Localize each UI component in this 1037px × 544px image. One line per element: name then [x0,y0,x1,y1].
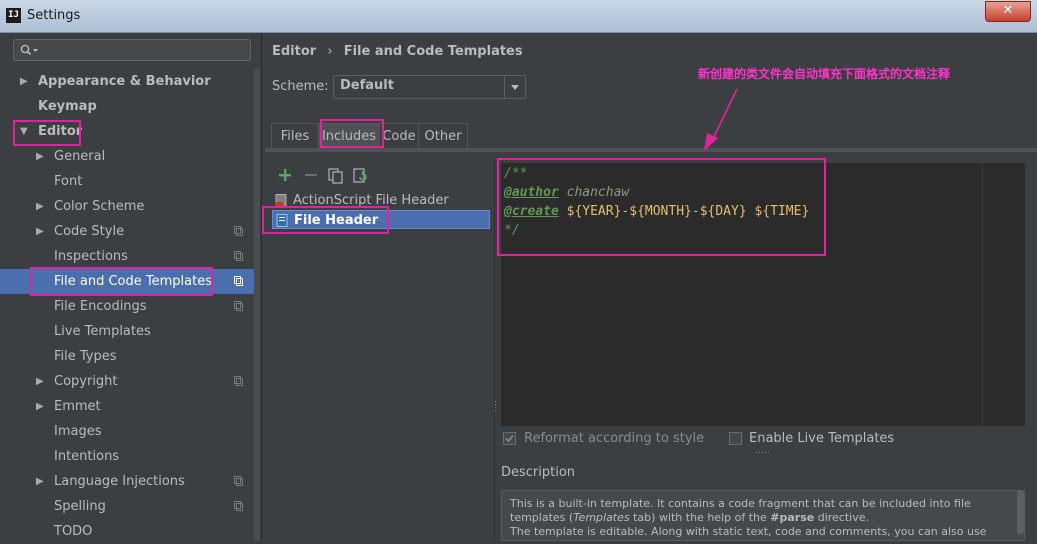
sidebar-item-label: Font [54,174,83,189]
reset-icon[interactable] [352,168,368,184]
sidebar-item-emmet[interactable]: ▶ Emmet [0,394,254,419]
sidebar-item-label: Spelling [54,499,106,514]
project-scope-icon [234,276,243,286]
sidebar-item-label: File Types [54,349,117,364]
reformat-label: Reformat according to style [524,431,705,446]
sidebar-item-todo[interactable]: TODO [0,519,254,544]
project-scope-icon [234,501,243,511]
annotation-arrow [704,88,738,151]
sidebar-item-images[interactable]: Images [0,419,254,444]
sidebar-item-label: Color Scheme [54,199,145,214]
tab-code[interactable]: Code [379,123,419,148]
sidebar-item-label: Live Templates [54,324,151,339]
splitter-handle[interactable] [494,400,497,414]
highlight-file-and-code-templates [30,267,213,296]
sidebar-item-label: General [54,149,106,164]
description-scrollbar[interactable] [1017,490,1024,534]
expand-arrow-icon[interactable]: ▶ [36,144,44,169]
sidebar-item-keymap[interactable]: Keymap [0,94,254,119]
sidebar-item-intentions[interactable]: Intentions [0,444,254,469]
sidebar-item-label: TODO [54,524,93,539]
project-scope-icon [234,226,243,236]
sidebar-item-appearance-behavior[interactable]: ▶ Appearance & Behavior [0,69,254,94]
description-title: Description [501,465,576,480]
remove-icon[interactable] [304,168,318,182]
copy-icon[interactable] [328,168,344,184]
search-icon [20,44,38,56]
sidebar-item-copyright[interactable]: ▶ Copyright [0,369,254,394]
expand-arrow-icon[interactable]: ▶ [36,469,44,494]
chevron-down-icon[interactable] [504,76,525,98]
tab-other[interactable]: Other [418,123,468,148]
settings-search-input[interactable] [13,39,251,61]
sidebar-item-label: Keymap [38,99,97,114]
scheme-select[interactable]: Default [333,75,526,99]
intellij-app-icon: IJ [6,8,21,23]
add-icon[interactable] [278,168,292,182]
description-line-3: The template is editable. Along with sta… [510,525,987,538]
project-scope-icon [234,251,243,261]
annotation-text: 新创建的类文件会自动填充下面格式的文档注释 [698,67,951,81]
scheme-value: Default [340,78,394,93]
tab-underline [265,148,1037,152]
highlight-editor [13,120,81,146]
breadcrumb-current: File and Code Templates [343,44,523,59]
enable-live-templates-label: Enable Live Templates [749,431,895,446]
sidebar-item-label: Images [54,424,102,439]
breadcrumb-separator: › [327,44,333,59]
expand-arrow-icon[interactable]: ▶ [36,369,44,394]
sidebar-item-label: File Encodings [54,299,147,314]
sidebar-item-general[interactable]: ▶ General [0,144,254,169]
sidebar-item-spelling[interactable]: Spelling [0,494,254,519]
sidebar-item-language-injections[interactable]: ▶ Language Injections [0,469,254,494]
description-box: This is a built-in template. It contains… [501,490,1025,541]
project-scope-icon [234,301,243,311]
resize-handle[interactable] [755,451,771,455]
sidebar-item-code-style[interactable]: ▶ Code Style [0,219,254,244]
sidebar-scrollbar[interactable] [254,69,260,541]
checkmark-icon [505,434,514,443]
sidebar-item-label: Code Style [54,224,125,239]
close-button[interactable]: ✕ [985,1,1031,22]
tab-files[interactable]: Files [271,123,319,148]
sidebar-item-font[interactable]: Font [0,169,254,194]
expand-arrow-icon[interactable]: ▶ [36,194,44,219]
breadcrumb-editor: Editor [272,44,317,59]
sidebar-item-label: Copyright [54,374,118,389]
sidebar-item-label: Appearance & Behavior [38,74,211,89]
highlight-file-header [262,206,389,234]
project-scope-icon [234,476,243,486]
enable-live-templates-checkbox[interactable] [729,432,742,445]
title-bar: IJ Settings ✕ [0,0,1037,33]
description-line-2: templates (Templates tab) with the help … [510,511,869,524]
description-line-1: This is a built-in template. It contains… [510,497,971,510]
right-margin-line [982,163,983,426]
project-scope-icon [234,376,243,386]
window-title: Settings [27,8,81,23]
expand-arrow-icon[interactable]: ▶ [20,69,28,94]
sidebar-item-label: Language Injections [54,474,185,489]
expand-arrow-icon[interactable]: ▶ [36,394,44,419]
sidebar-item-inspections[interactable]: Inspections [0,244,254,269]
sidebar-item-label: Inspections [54,249,128,264]
highlight-includes-tab [320,119,384,148]
breadcrumb: Editor › File and Code Templates [272,44,523,59]
sidebar-item-file-types[interactable]: File Types [0,344,254,369]
sidebar-item-file-encodings[interactable]: File Encodings [0,294,254,319]
highlight-code-block [497,158,826,256]
sidebar-item-label: Emmet [54,399,101,414]
expand-arrow-icon[interactable]: ▶ [36,219,44,244]
reformat-checkbox[interactable] [503,432,516,445]
sidebar-item-live-templates[interactable]: Live Templates [0,319,254,344]
sidebar-item-label: Intentions [54,449,120,464]
scheme-label: Scheme: [272,79,329,94]
sidebar-item-color-scheme[interactable]: ▶ Color Scheme [0,194,254,219]
